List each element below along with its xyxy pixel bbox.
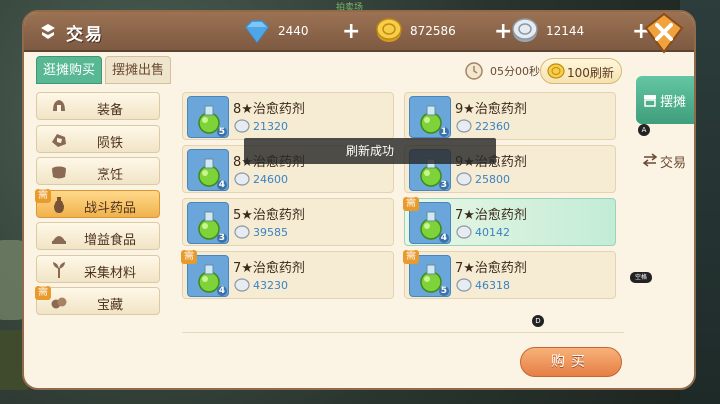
item-quantity: 5: [216, 127, 227, 137]
page-title: 交易: [66, 25, 104, 45]
item-thumbnail: 5: [187, 96, 229, 138]
silver-coin-icon: [456, 119, 472, 133]
silver-count: 12144: [546, 24, 585, 38]
stall-icon: [644, 95, 656, 107]
item-quantity: 5: [438, 286, 449, 296]
item-price: 22360: [475, 120, 510, 133]
gold-coin-icon: [547, 63, 565, 79]
side-tab-trade[interactable]: 交易: [640, 148, 694, 174]
category-buff-food[interactable]: 增益食品: [36, 222, 160, 250]
item-thumbnail: 1: [409, 96, 451, 138]
category-label: 增益食品: [83, 233, 136, 248]
category-label: 战斗药品: [83, 200, 136, 216]
item-name: 7★治愈药剂: [233, 261, 305, 276]
tab-browse-buy[interactable]: 逛摊购买: [36, 56, 103, 84]
item-name: 7★治愈药剂: [455, 208, 527, 223]
item-name: 9★治愈药剂: [455, 102, 527, 117]
silver-coin-icon: [234, 278, 250, 292]
category-battle-potions[interactable]: 需 战斗药品: [35, 188, 160, 218]
item-quantity: 3: [216, 233, 227, 243]
timer-text: 05分00秒: [490, 65, 540, 78]
requirement-badge: 需: [403, 250, 419, 264]
item-quantity: 4: [438, 233, 449, 243]
item-name: 8★治愈药剂: [233, 102, 305, 117]
silver-coin-icon: [234, 119, 250, 133]
item-quantity: 4: [216, 180, 227, 190]
silver-coin-icon: [234, 172, 250, 186]
refresh-timer: 05分00秒: [464, 60, 540, 82]
category-treasure[interactable]: 需 宝藏: [35, 286, 160, 315]
key-hint-d: D: [532, 315, 544, 327]
title-bar: 交易 2440 + 872586 + 12144 +: [24, 12, 694, 54]
trade-title-icon: [41, 24, 55, 39]
item-thumbnail: 3: [187, 202, 229, 244]
category-gathering-materials[interactable]: 采集材料: [36, 254, 160, 283]
diamond-icon: [245, 20, 269, 44]
silver-coin-icon: [456, 225, 472, 239]
item-name: 5★治愈药剂: [233, 208, 305, 223]
item-price: 21320: [253, 120, 288, 133]
item-card[interactable]: 3 5★治愈药剂 39585: [182, 198, 394, 246]
toast-message: 刷新成功: [244, 138, 496, 164]
trade-icon: [642, 153, 658, 167]
close-icon[interactable]: [640, 10, 688, 56]
requirement-badge: 需: [403, 197, 419, 211]
item-thumbnail: 4: [187, 149, 229, 191]
item-price: 25800: [475, 173, 510, 186]
clock-icon: [465, 62, 483, 80]
silver-coin-icon: [234, 225, 250, 239]
side-tab-label: 摆摊: [660, 95, 687, 110]
side-tab-label: 交易: [660, 156, 687, 171]
item-price: 43230: [253, 279, 288, 292]
item-card[interactable]: 需 5 7★治愈药剂 46318: [403, 250, 616, 299]
silver-coin-icon: [512, 18, 538, 42]
diamond-count: 2440: [278, 24, 309, 38]
category-cooking[interactable]: 烹饪: [36, 157, 160, 185]
key-hint-space: 空格: [630, 272, 652, 283]
item-name: 7★治愈药剂: [455, 261, 527, 276]
refresh-button[interactable]: 100刷新: [540, 58, 622, 84]
refresh-label: 100刷新: [567, 66, 614, 80]
requirement-badge: 需: [181, 250, 197, 264]
item-card[interactable]: 1 9★治愈药剂 22360: [404, 92, 616, 140]
item-price: 24600: [253, 173, 288, 186]
category-label: 装备: [96, 103, 123, 118]
add-diamond-button[interactable]: +: [342, 19, 360, 45]
category-label: 宝藏: [96, 298, 123, 313]
category-label: 烹饪: [96, 168, 123, 183]
category-equipment[interactable]: 装备: [36, 92, 160, 120]
category-label: 采集材料: [83, 265, 136, 281]
trade-mode-tabs: 逛摊购买 摆摊出售: [36, 56, 172, 84]
gold-count: 872586: [410, 24, 456, 38]
key-hint-a: A: [638, 124, 650, 136]
item-card[interactable]: 5 8★治愈药剂 21320: [182, 92, 394, 140]
item-price: 39585: [253, 226, 288, 239]
buy-button[interactable]: 购买: [520, 347, 622, 377]
tab-stall-sell[interactable]: 摆摊出售: [105, 56, 172, 84]
silver-coin-icon: [456, 172, 472, 186]
item-card-selected[interactable]: 需 4 7★治愈药剂 40142: [403, 197, 616, 246]
item-quantity: 4: [216, 286, 227, 296]
divider: [182, 332, 624, 333]
item-quantity: 3: [438, 180, 449, 190]
side-tab-stall[interactable]: 摆摊: [636, 76, 694, 124]
category-sidebar: 装备 陨铁 烹饪 需 战斗药品 增益食品 采集材料 需 宝藏: [35, 92, 164, 320]
item-card[interactable]: 需 4 7★治愈药剂 43230: [181, 250, 394, 299]
category-meteoric-iron[interactable]: 陨铁: [36, 124, 160, 153]
trade-panel: 交易 2440 + 872586 + 12144 + 逛摊购买 摆摊出售 05分…: [22, 10, 696, 390]
item-quantity: 1: [438, 127, 449, 137]
item-price: 46318: [475, 279, 510, 292]
category-label: 陨铁: [96, 135, 123, 151]
gold-coin-icon: [376, 18, 402, 42]
item-price: 40142: [475, 226, 510, 239]
silver-coin-icon: [456, 278, 472, 292]
